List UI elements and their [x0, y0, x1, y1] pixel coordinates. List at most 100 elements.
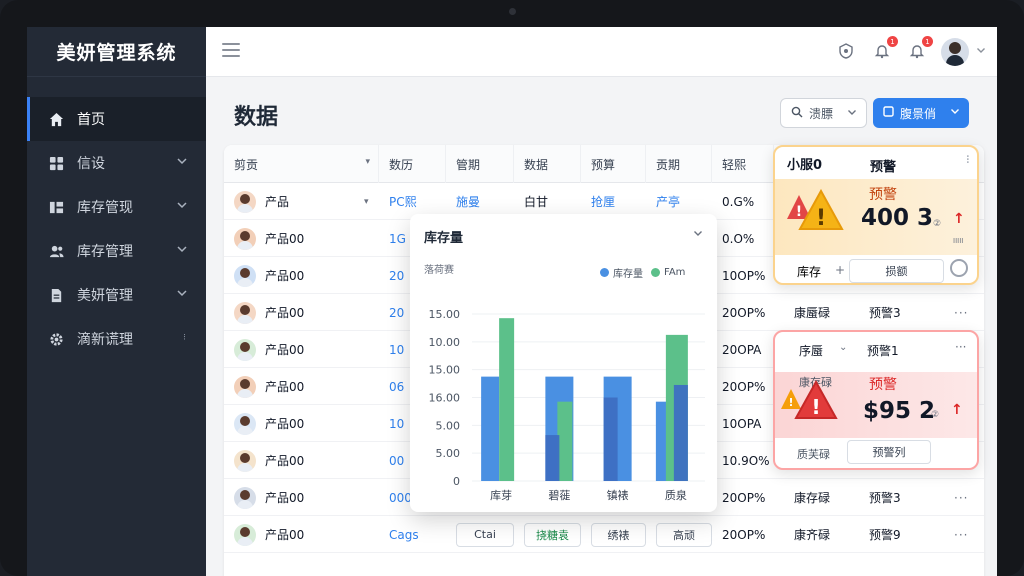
- warning-value: 400 3: [861, 205, 934, 231]
- chart-bar[interactable]: [603, 397, 618, 482]
- column-header[interactable]: 贡期: [646, 145, 712, 183]
- chart-bar[interactable]: [557, 401, 573, 481]
- cell-select[interactable]: 挠糖袁: [524, 522, 581, 547]
- bar-chart: 15.00 10.00 15.00 16.00 5.00 5.00 0 库芽 碧蓰 镇裱 质泉: [429, 308, 705, 502]
- chart-bar[interactable]: [499, 318, 515, 481]
- chevron-down-icon[interactable]: ▾: [364, 197, 369, 207]
- table-cell: 预警3: [869, 491, 901, 505]
- chart-bar[interactable]: [545, 435, 560, 481]
- alert-bell-icon[interactable]: 1: [906, 36, 933, 62]
- danger-footer-select[interactable]: 预警列: [847, 440, 931, 464]
- x-tick-label: 镇裱: [607, 488, 629, 502]
- sidebar-item-label: 库存管现: [77, 200, 133, 216]
- more-icon[interactable]: ···: [955, 340, 966, 354]
- table-cell: 20OP%: [722, 527, 766, 542]
- sidebar-item-settings[interactable]: 信设: [27, 141, 206, 185]
- chevron-down-icon[interactable]: ⌄: [839, 342, 847, 353]
- product-cell[interactable]: 产品00: [224, 257, 379, 294]
- sidebar-item-label: 美妍管理: [77, 288, 133, 304]
- y-tick-label: 10.00: [429, 336, 461, 349]
- avatar: [234, 301, 256, 324]
- warning-card-title: 小服0: [787, 157, 823, 173]
- table-cell[interactable]: Ctai: [446, 516, 514, 553]
- sidebar-item-system-settings[interactable]: 滴新谎理 ⁝: [27, 317, 206, 361]
- inventory-icon: [47, 198, 65, 216]
- square-icon: [883, 106, 894, 120]
- notification-bell-icon[interactable]: 1: [871, 36, 898, 62]
- menu-icon[interactable]: [222, 43, 240, 57]
- column-header[interactable]: 轻熙: [712, 145, 774, 183]
- product-cell[interactable]: 产品00: [224, 405, 379, 442]
- chart-bar[interactable]: [481, 376, 500, 481]
- footer-select[interactable]: 损额: [849, 259, 944, 283]
- warning-small: ⅠⅠⅠⅠⅠ: [953, 237, 964, 245]
- product-cell[interactable]: 产品00: [224, 516, 379, 553]
- table-cell[interactable]: 挠糖袁: [514, 516, 581, 553]
- chevron-down-icon: [950, 106, 960, 119]
- product-cell[interactable]: 产品 ▾: [224, 183, 379, 220]
- column-header[interactable]: 管期: [446, 145, 514, 183]
- chevron-down-icon[interactable]: [976, 45, 986, 58]
- chart-bar[interactable]: [673, 384, 688, 481]
- warning-icon: !: [798, 188, 844, 231]
- x-tick-label: 质泉: [665, 488, 687, 502]
- home-icon: [47, 110, 65, 128]
- avatar: [234, 523, 256, 546]
- cell-select[interactable]: Ctai: [456, 522, 514, 547]
- product-name: 产品00: [265, 491, 305, 505]
- column-header[interactable]: 数历: [379, 145, 446, 183]
- cell-select[interactable]: 绣裱: [591, 522, 646, 547]
- more-icon: ⁝: [183, 333, 186, 343]
- more-icon[interactable]: ···: [944, 516, 980, 553]
- sidebar-item-beauty-management[interactable]: 美妍管理: [27, 273, 206, 317]
- svg-text:!: !: [811, 395, 820, 419]
- column-header[interactable]: 数据: [514, 145, 581, 183]
- table-cell[interactable]: 绣裱: [581, 516, 646, 553]
- y-tick-label: 5.00: [436, 419, 461, 432]
- users-icon: [47, 242, 65, 260]
- more-icon[interactable]: ···: [944, 294, 980, 331]
- table-cell: 20OP%: [722, 490, 766, 505]
- product-name: 产品00: [265, 232, 305, 246]
- column-header[interactable]: 剪贡 ▾: [224, 145, 379, 183]
- product-name: 产品00: [265, 343, 305, 357]
- warning-card-badge[interactable]: 预警: [870, 156, 896, 175]
- more-icon[interactable]: ···: [944, 479, 980, 516]
- product-cell[interactable]: 产品00: [224, 294, 379, 331]
- product-cell[interactable]: 产品00: [224, 442, 379, 479]
- cell-select[interactable]: 高顽: [656, 522, 712, 547]
- column-header[interactable]: 预算: [581, 145, 646, 183]
- sidebar-item-home[interactable]: 首页: [27, 97, 206, 141]
- pin-icon[interactable]: ⫶: [967, 155, 970, 166]
- danger-card-badge: 预警1: [867, 344, 899, 358]
- sidebar-item-inventory-status[interactable]: 库存管现: [27, 185, 206, 229]
- arrow-up-icon: ↑: [953, 211, 965, 227]
- chevron-down-icon: [176, 155, 188, 167]
- app-title: 美妍管理系统: [27, 27, 206, 77]
- product-cell[interactable]: 产品00: [224, 479, 379, 516]
- table-cell: 康蜃碌: [794, 306, 831, 320]
- table-cell: 0.G%: [722, 194, 755, 209]
- shield-icon[interactable]: [835, 40, 857, 62]
- y-tick-label: 0: [453, 475, 460, 488]
- avatar: [234, 449, 256, 472]
- danger-value: $95 2: [863, 398, 936, 424]
- filter-button[interactable]: 溃膘: [780, 98, 867, 128]
- product-cell[interactable]: 产品00: [224, 368, 379, 405]
- app-screen: 美妍管理系统 首页 信设 库存管现 库存管理 美妍管理 滴新谎理 ⁝ 1 1 数…: [27, 27, 997, 576]
- avatar[interactable]: [941, 38, 969, 66]
- product-name: 产品00: [265, 528, 305, 542]
- plus-icon[interactable]: +: [835, 263, 845, 277]
- product-cell[interactable]: 产品00: [224, 331, 379, 368]
- table-cell: 康齐碌: [794, 528, 831, 542]
- table-row[interactable]: 产品00 Cags Ctai 挠糖袁 绣裱 高顽 20OP% 康齐碌 预警9 ···: [224, 516, 984, 553]
- product-cell[interactable]: 产品00: [224, 220, 379, 257]
- status-ring-icon[interactable]: [950, 259, 968, 277]
- sidebar-item-inventory-management[interactable]: 库存管理: [27, 229, 206, 273]
- camera-dot: [509, 8, 516, 15]
- primary-action-button[interactable]: 腹景俏: [873, 98, 969, 128]
- chevron-down-icon: [847, 107, 857, 120]
- table-cell[interactable]: 高顽: [646, 516, 712, 553]
- avatar: [234, 338, 256, 361]
- notification-badge: 1: [887, 36, 898, 47]
